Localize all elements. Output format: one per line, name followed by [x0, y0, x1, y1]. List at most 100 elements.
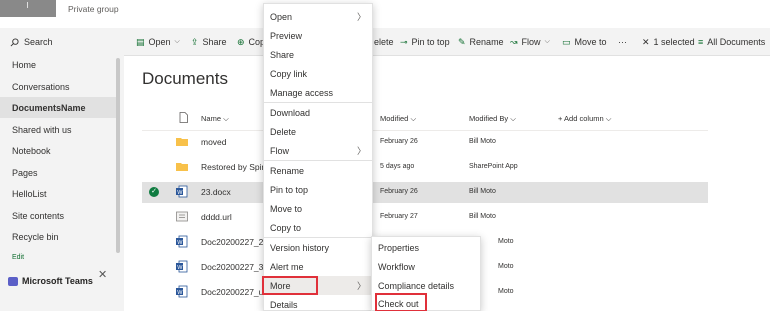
- chevron-down-icon: ⌵: [544, 38, 550, 45]
- svg-text:W: W: [177, 190, 183, 196]
- file-name[interactable]: Restored by Spin: [201, 162, 266, 172]
- flow-label: Flow: [521, 37, 541, 47]
- move-to-label: Move to: [574, 37, 607, 47]
- modified-by: Moto: [498, 288, 514, 295]
- open-label: Open: [148, 37, 171, 47]
- menu-item-details[interactable]: Details: [264, 295, 372, 311]
- menu-item-flow[interactable]: Flow 〉: [264, 141, 372, 160]
- nav-item-site-contents[interactable]: Site contents: [12, 211, 64, 221]
- menu-item-rename[interactable]: Rename: [264, 161, 372, 180]
- nav-item-hellolist[interactable]: HelloList: [12, 189, 47, 199]
- menu-item-pin-to-top[interactable]: Pin to top: [264, 180, 372, 199]
- menu-item-version-history[interactable]: Version history: [264, 238, 372, 257]
- nav-search[interactable]: Search: [0, 28, 124, 56]
- table-row[interactable]: dddd.url February 27 Bill Moto: [142, 207, 708, 228]
- submenu-item-properties[interactable]: Properties: [372, 238, 480, 257]
- rename-icon: ✎: [458, 36, 466, 47]
- menu-item-copy-link[interactable]: Copy link: [264, 64, 372, 83]
- delete-button[interactable]: elete: [374, 28, 394, 56]
- more-actions-button[interactable]: ···: [618, 28, 627, 56]
- file-name[interactable]: dddd.url: [201, 212, 232, 222]
- svg-text:W: W: [177, 290, 183, 296]
- table-row[interactable]: moved February 26 Bill Moto: [142, 132, 708, 153]
- move-to-button[interactable]: ▭ Move to: [562, 28, 607, 56]
- menu-item-manage-access[interactable]: Manage access: [264, 83, 372, 102]
- chevron-right-icon: 〉: [356, 12, 366, 22]
- nav-item-home[interactable]: Home: [12, 60, 36, 70]
- teams-logo-icon: [8, 276, 18, 286]
- pin-to-top-button[interactable]: ⊸ Pin to top: [400, 28, 450, 56]
- close-icon[interactable]: ✕: [98, 268, 107, 281]
- modified-date: February 27: [380, 213, 418, 220]
- file-name[interactable]: Doc20200227_up: [201, 287, 268, 297]
- modified-by: Moto: [498, 263, 514, 270]
- flow-button[interactable]: ↝ Flow ⌵: [510, 28, 550, 56]
- flow-icon: ↝: [510, 36, 518, 47]
- chevron-right-icon: 〉: [356, 281, 366, 291]
- view-selector[interactable]: ≡ All Documents: [698, 28, 765, 56]
- column-name[interactable]: Name ⌵: [201, 114, 229, 124]
- menu-item-share[interactable]: Share: [264, 45, 372, 64]
- menu-item-open[interactable]: Open 〉: [264, 7, 372, 26]
- file-name[interactable]: moved: [201, 137, 227, 147]
- nav-item-shared-with-us[interactable]: Shared with us: [12, 125, 72, 135]
- word-doc-icon: W: [176, 235, 188, 248]
- clear-selection-button[interactable]: ✕ 1 selected: [642, 28, 695, 56]
- nav-item-pages[interactable]: Pages: [12, 168, 38, 178]
- share-label: Share: [202, 37, 227, 47]
- file-type-icon: [179, 112, 188, 123]
- teams-promo[interactable]: Microsoft Teams: [8, 276, 93, 286]
- menu-item-preview[interactable]: Preview: [264, 26, 372, 45]
- file-name[interactable]: Doc20200227_2e: [201, 237, 268, 247]
- highlight-box-more: [262, 276, 318, 295]
- table-row[interactable]: Restored by Spin 5 days ago SharePoint A…: [142, 157, 708, 178]
- link-file-icon: [176, 211, 188, 222]
- modified-by: Moto: [498, 238, 514, 245]
- list-header: Name ⌵ Modified ⌵ Modified By ⌵ + Add co…: [142, 107, 708, 131]
- modified-by: Bill Moto: [469, 213, 496, 220]
- pin-icon: ⊸: [400, 36, 408, 47]
- site-logo[interactable]: [0, 0, 56, 17]
- menu-item-download[interactable]: Download: [264, 103, 372, 122]
- modified-by: Bill Moto: [469, 138, 496, 145]
- menu-item-delete[interactable]: Delete: [264, 122, 372, 141]
- list-view-icon: ≡: [698, 37, 704, 47]
- menu-item-copy-to[interactable]: Copy to: [264, 218, 372, 237]
- group-privacy-label: Private group: [68, 4, 119, 14]
- copy-link-button[interactable]: ⊕ Cop: [237, 28, 265, 56]
- rename-button[interactable]: ✎ Rename: [458, 28, 504, 56]
- share-icon: ⇪: [191, 36, 199, 47]
- command-bar: ▤ Open ⌵ ⇪ Share ⊕ Cop elete ⊸ Pin to to…: [124, 28, 770, 56]
- check-icon[interactable]: ✓: [149, 187, 159, 197]
- menu-item-move-to[interactable]: Move to: [264, 199, 372, 218]
- nav-search-label: Search: [24, 37, 53, 47]
- nav-item-recycle-bin[interactable]: Recycle bin: [12, 232, 59, 242]
- more-submenu: Properties Workflow Compliance details C…: [371, 236, 481, 311]
- file-name[interactable]: 23.docx: [201, 187, 231, 197]
- column-modified[interactable]: Modified ⌵: [380, 114, 416, 124]
- add-column-button[interactable]: + Add column ⌵: [558, 114, 611, 124]
- nav-edit-link[interactable]: Edit: [12, 254, 24, 261]
- link-icon: ⊕: [237, 36, 245, 47]
- nav-item-notebook[interactable]: Notebook: [12, 146, 51, 156]
- nav-item-conversations[interactable]: Conversations: [12, 82, 70, 92]
- nav-scrollbar[interactable]: [116, 58, 120, 253]
- menu-item-alert-me[interactable]: Alert me: [264, 257, 372, 276]
- site-header: Private group: [0, 0, 770, 28]
- selected-count: 1 selected: [653, 37, 695, 47]
- open-button[interactable]: ▤ Open ⌵: [136, 28, 180, 56]
- pin-to-top-label: Pin to top: [411, 37, 450, 47]
- modified-by: Bill Moto: [469, 188, 496, 195]
- delete-label: elete: [374, 37, 394, 47]
- word-doc-icon: W: [176, 260, 188, 273]
- highlight-box-check-out: [375, 293, 427, 311]
- column-modified-by[interactable]: Modified By ⌵: [469, 114, 516, 124]
- table-row[interactable]: ✓ W 23.docx February 26 Bill Moto: [142, 182, 708, 203]
- file-name[interactable]: Doc20200227_3_: [201, 262, 268, 272]
- page-title: Documents: [142, 69, 228, 88]
- share-button[interactable]: ⇪ Share: [191, 28, 227, 56]
- modified-date: February 26: [380, 138, 418, 145]
- svg-text:W: W: [177, 240, 183, 246]
- nav-item-documents[interactable]: DocumentsName: [12, 103, 86, 113]
- submenu-item-workflow[interactable]: Workflow: [372, 257, 480, 276]
